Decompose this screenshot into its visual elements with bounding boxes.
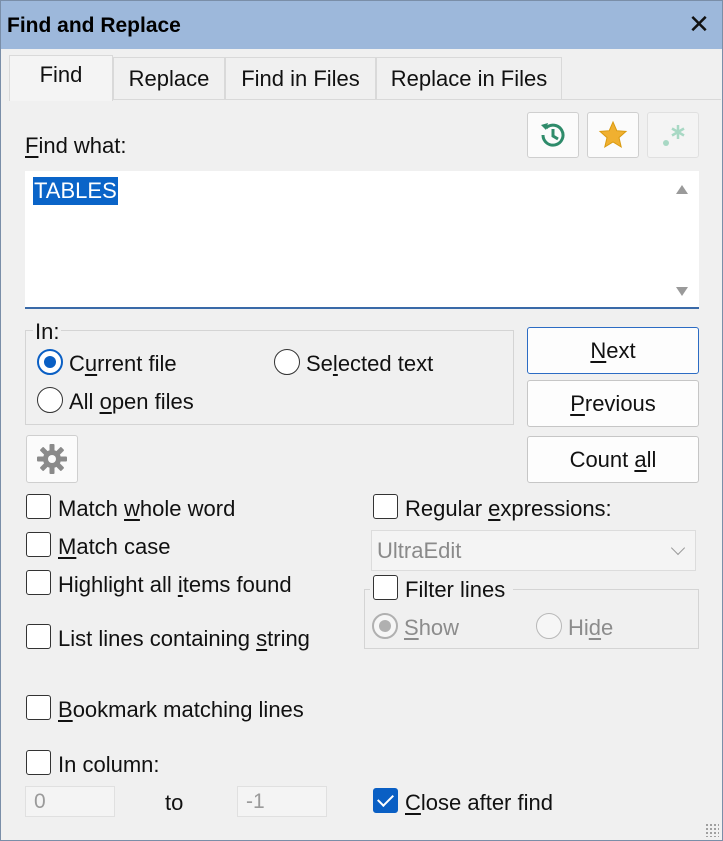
chevron-down-icon	[670, 540, 686, 556]
next-button[interactable]: Next	[527, 327, 699, 374]
current-file-label: Current file	[69, 351, 177, 376]
column-to-label: to	[165, 790, 184, 815]
filter-lines-label: Filter lines	[405, 577, 506, 602]
regex-engine-value: UltraEdit	[377, 538, 462, 563]
search-scope-label: In:	[33, 319, 62, 345]
column-to-input[interactable]: -1	[237, 786, 327, 817]
show-radio[interactable]	[372, 613, 398, 639]
window-title: Find and Replace	[7, 14, 181, 37]
close-icon[interactable]: ✕	[684, 9, 714, 39]
regex-label: Regular expressions:	[405, 496, 612, 521]
list-lines-label: List lines containing string	[58, 626, 310, 651]
find-input-value: TABLES	[33, 177, 118, 205]
star-icon	[598, 120, 628, 149]
history-icon	[541, 123, 565, 147]
selected-text-label: Selected text	[306, 351, 434, 376]
match-whole-word-checkbox[interactable]	[26, 494, 51, 519]
tab-find-in-files[interactable]: Find in Files	[225, 57, 376, 99]
tab-strip: Find Replace Find in Files Replace in Fi…	[9, 55, 721, 101]
find-replace-dialog: Find and Replace ✕ Find Replace Find in …	[0, 0, 723, 841]
filter-lines-checkbox[interactable]	[373, 575, 398, 600]
title-bar[interactable]: Find and Replace ✕	[1, 1, 722, 49]
highlight-all-checkbox[interactable]	[26, 570, 51, 595]
close-after-find-checkbox[interactable]	[373, 788, 398, 813]
match-case-checkbox[interactable]	[26, 532, 51, 557]
tab-label: Replace	[128, 66, 210, 91]
hide-label: Hide	[568, 615, 614, 640]
in-column-checkbox[interactable]	[26, 750, 51, 775]
tab-find[interactable]: Find	[9, 55, 113, 101]
previous-button[interactable]: Previous	[527, 380, 699, 427]
tab-replace[interactable]: Replace	[113, 57, 225, 99]
history-button[interactable]	[527, 112, 579, 158]
hide-radio[interactable]	[536, 613, 562, 639]
find-input[interactable]: TABLES	[25, 171, 699, 309]
close-after-find-label: Close after find	[405, 790, 553, 815]
filter-group-border	[513, 589, 699, 590]
all-open-files-label: All open files	[69, 389, 194, 414]
scroll-down-icon[interactable]	[676, 287, 688, 296]
tab-replace-in-files[interactable]: Replace in Files	[376, 57, 562, 99]
bookmark-lines-label: Bookmark matching lines	[58, 697, 304, 722]
regex-icon	[663, 125, 685, 146]
all-open-files-radio[interactable]	[37, 387, 63, 413]
match-case-label: Match case	[58, 534, 171, 559]
tab-label: Find	[39, 62, 83, 87]
show-label: Show	[404, 615, 460, 640]
highlight-all-label: Highlight all items found	[58, 572, 292, 597]
list-lines-checkbox[interactable]	[26, 624, 51, 649]
in-column-label: In column:	[58, 752, 160, 777]
resize-grip-icon[interactable]	[705, 823, 719, 837]
settings-button[interactable]	[26, 435, 78, 483]
match-whole-word-label: Match whole word	[58, 496, 236, 521]
tab-label: Replace in Files	[390, 66, 548, 91]
find-what-label: Find what:	[25, 133, 127, 158]
tab-label: Find in Files	[241, 66, 360, 91]
filter-group-border	[364, 589, 370, 590]
column-from-input[interactable]: 0	[25, 786, 115, 817]
count-all-button[interactable]: Count all	[527, 436, 699, 483]
scroll-up-icon[interactable]	[676, 185, 688, 194]
favorites-button[interactable]	[587, 112, 639, 158]
selected-text-radio[interactable]	[274, 349, 300, 375]
regex-engine-select[interactable]: UltraEdit	[371, 530, 696, 571]
regex-checkbox[interactable]	[373, 494, 398, 519]
gear-icon	[37, 444, 67, 474]
regex-builder-button[interactable]	[647, 112, 699, 158]
bookmark-lines-checkbox[interactable]	[26, 695, 51, 720]
current-file-radio[interactable]	[37, 349, 63, 375]
